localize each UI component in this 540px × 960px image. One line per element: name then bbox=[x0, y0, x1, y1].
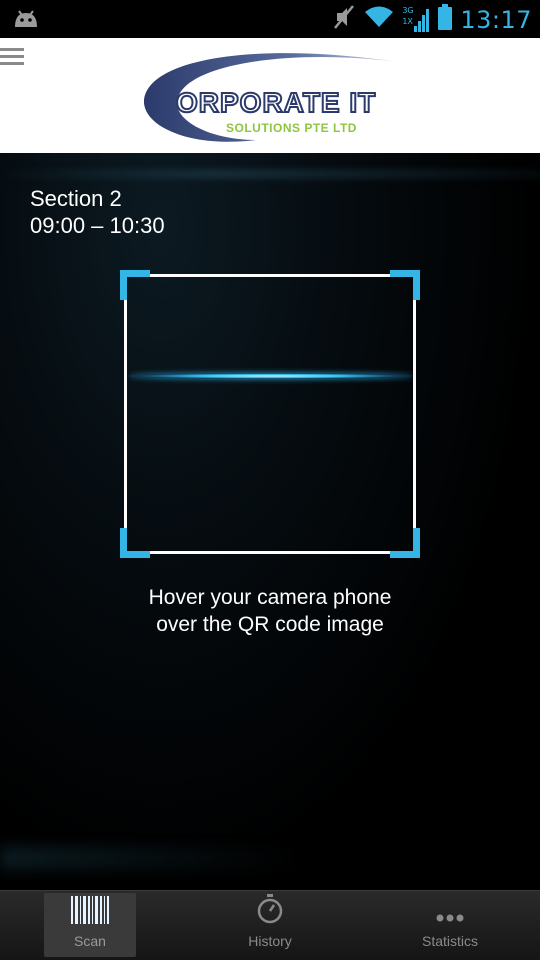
nav-scan[interactable]: Scan bbox=[44, 893, 136, 957]
nav-history[interactable]: History bbox=[224, 893, 316, 957]
stopwatch-icon bbox=[255, 894, 285, 929]
dots-icon bbox=[435, 911, 465, 929]
barcode-icon bbox=[71, 896, 109, 929]
company-logo: ORPORATE IT SOLUTIONS PTE LTD bbox=[136, 46, 406, 146]
instruction-line-2: over the QR code image bbox=[156, 613, 384, 636]
section-time: 09:00 – 10:30 bbox=[30, 213, 165, 238]
battery-icon bbox=[438, 4, 453, 35]
menu-icon[interactable] bbox=[0, 46, 26, 68]
section-name: Section 2 bbox=[30, 186, 122, 211]
scan-instruction: Hover your camera phone over the QR code… bbox=[0, 584, 540, 638]
logo-sub-text: SOLUTIONS PTE LTD bbox=[226, 121, 357, 135]
frame-corner-bottom-left bbox=[120, 528, 150, 558]
camera-preview[interactable]: Section 2 09:00 – 10:30 Hover your camer… bbox=[0, 153, 540, 890]
android-debug-icon bbox=[12, 7, 40, 34]
instruction-line-1: Hover your camera phone bbox=[148, 586, 392, 609]
frame-corner-top-right bbox=[390, 270, 420, 300]
mute-icon bbox=[332, 4, 356, 35]
signal-icon: 3G 1X bbox=[402, 6, 430, 34]
scan-frame bbox=[120, 270, 420, 558]
wifi-icon bbox=[364, 5, 394, 34]
logo-main-text: ORPORATE IT bbox=[176, 87, 376, 118]
bottom-nav: Scan History Statistics bbox=[0, 890, 540, 960]
frame-corner-top-left bbox=[120, 270, 150, 300]
nav-scan-label: Scan bbox=[74, 933, 106, 949]
nav-history-label: History bbox=[248, 933, 292, 949]
section-info: Section 2 09:00 – 10:30 bbox=[30, 185, 165, 239]
scan-laser-line bbox=[129, 373, 413, 379]
camera-glare bbox=[0, 169, 540, 179]
status-bar: 3G 1X 13:17 bbox=[0, 0, 540, 38]
nav-statistics-label: Statistics bbox=[421, 933, 478, 949]
status-clock: 13:17 bbox=[460, 5, 532, 34]
app-header: ORPORATE IT SOLUTIONS PTE LTD bbox=[0, 38, 540, 153]
camera-glare-bottom bbox=[0, 846, 300, 870]
frame-corner-bottom-right bbox=[390, 528, 420, 558]
nav-statistics[interactable]: Statistics bbox=[404, 893, 496, 957]
